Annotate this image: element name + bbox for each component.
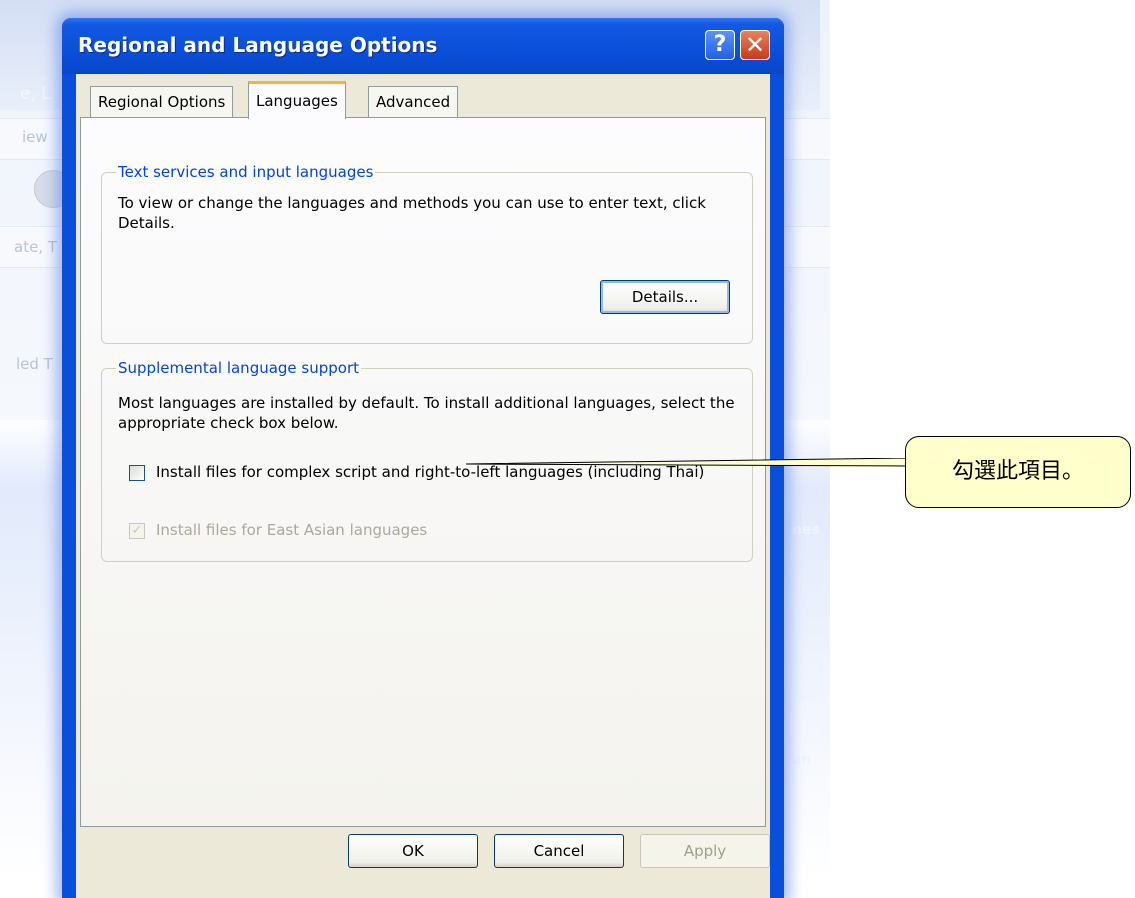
details-button[interactable]: Details... [600,280,730,314]
ok-button[interactable]: OK [348,834,478,868]
cancel-button[interactable]: Cancel [494,834,624,868]
background-text: an [792,752,812,768]
east-asian-label[interactable]: Install files for East Asian languages [156,520,427,540]
supplemental-description: Most languages are installed by default.… [118,394,735,432]
east-asian-checkbox[interactable]: ✓ [129,523,145,539]
group-title: Text services and input languages [116,163,376,181]
background-text: e, L [20,84,51,104]
callout-leader-line [466,458,906,467]
languages-tab-panel: Text services and input languages To vie… [80,117,766,827]
text-services-group: Text services and input languages To vie… [101,163,753,344]
apply-button[interactable]: Apply [640,834,770,868]
background-text: led T [16,355,53,373]
complex-script-checkbox[interactable] [129,465,145,481]
background-text: ate, T [14,238,58,256]
group-title: Supplemental language support [116,359,362,377]
tab-advanced[interactable]: Advanced [368,86,459,118]
callout-box: 勾選此項目。 [905,436,1131,508]
dialog-client-area: Regional Options Languages Advanced Text… [76,74,770,898]
dialog-title: Regional and Language Options [78,33,438,57]
background-text: iew [22,128,48,146]
text-services-description: To view or change the languages and meth… [118,194,706,232]
tab-languages[interactable]: Languages [248,81,346,119]
title-bar[interactable]: Regional and Language Options ? ✕ [62,18,784,74]
background-text: e [790,665,816,709]
background-text: nes [792,522,820,538]
help-button[interactable]: ? [705,30,735,60]
close-button[interactable]: ✕ [740,30,770,60]
tab-regional-options[interactable]: Regional Options [90,86,234,118]
